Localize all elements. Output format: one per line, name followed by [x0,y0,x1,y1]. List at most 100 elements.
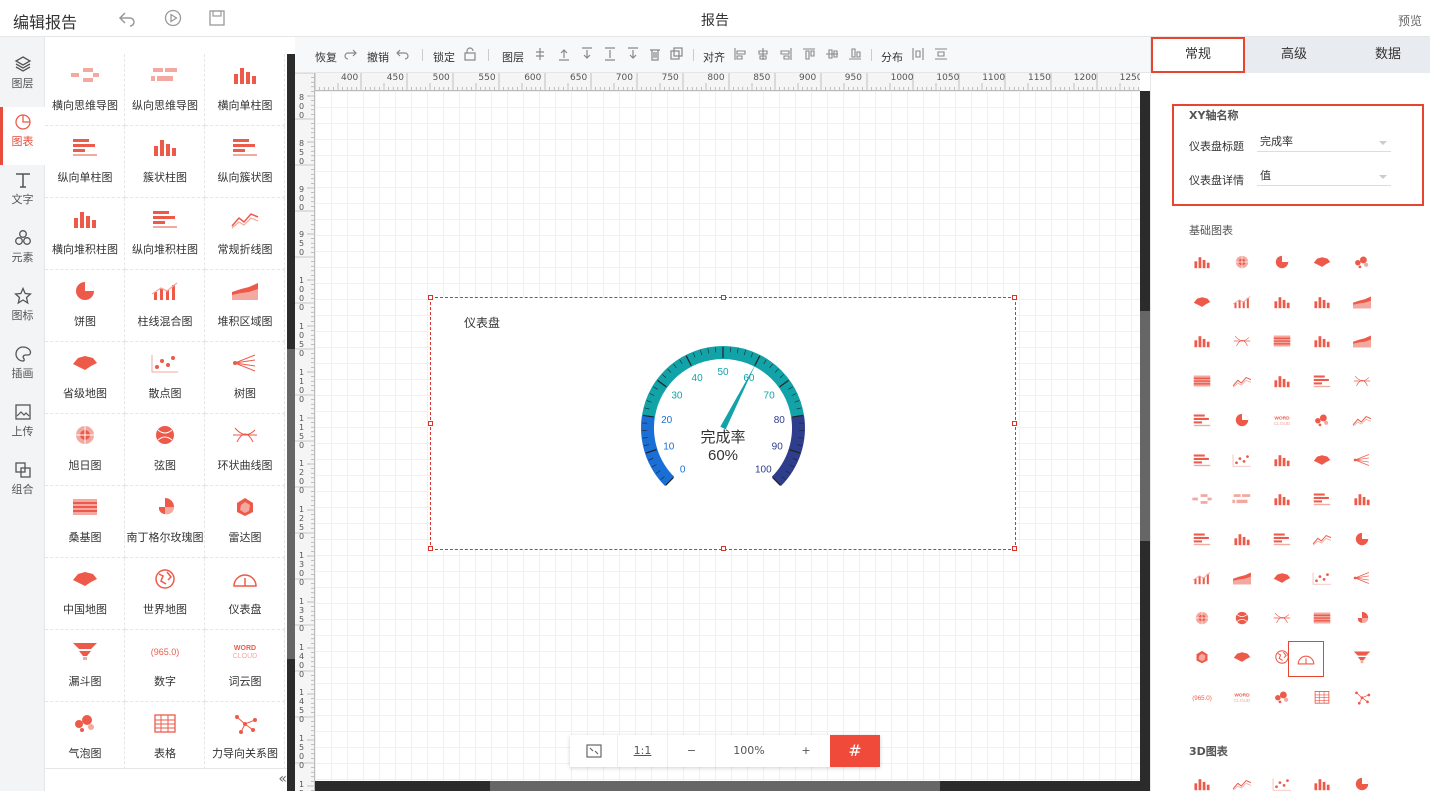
component-pie[interactable]: 饼图 [45,270,125,342]
canvas-horizontal-scrollbar[interactable] [315,781,1140,791]
rail-item-group[interactable]: 组合 [0,455,45,513]
mini-hbar-chart-icon[interactable] [1271,530,1293,548]
mini-table-chart-icon[interactable] [1311,688,1333,706]
mini-mindmap-h-chart-icon[interactable] [1191,490,1213,508]
mini-hbar-chart-icon[interactable] [1311,372,1333,390]
mini-gauge-chart-icon[interactable] [1288,641,1324,677]
mini-bar-chart-icon[interactable] [1191,253,1213,271]
mini-sankey-chart-icon[interactable] [1191,372,1213,390]
component-funnel[interactable]: 漏斗图 [45,630,125,702]
mini-3d-line-chart-icon[interactable] [1231,775,1253,793]
mini-hbar-chart-icon[interactable] [1311,490,1333,508]
mini-hbar-chart-icon[interactable] [1191,530,1213,548]
redo-icon[interactable] [343,47,357,61]
mini-bar-chart-icon[interactable] [1311,293,1333,311]
mini-bar-chart-icon[interactable] [1271,293,1293,311]
component-line[interactable]: 常规折线图 [205,198,285,270]
mini-barline-chart-icon[interactable] [1231,293,1253,311]
align-bottom-icon[interactable] [848,47,862,61]
resize-handle-ne[interactable] [1012,295,1017,300]
resize-handle-sw[interactable] [428,546,433,551]
double-chevron-left-icon[interactable]: « [278,771,287,787]
mini-radar-chart-icon[interactable] [1191,648,1213,666]
rail-item-layers[interactable]: 图层 [0,49,45,107]
delete-icon[interactable] [648,47,662,61]
mini-bar-chart-icon[interactable] [1311,332,1333,350]
mini-rose-chart-icon[interactable] [1351,609,1373,627]
mini-sankey-chart-icon[interactable] [1271,332,1293,350]
component-ring[interactable]: 环状曲线图 [205,414,285,486]
mini-map-chart-icon[interactable] [1311,253,1333,271]
layer-up-icon[interactable] [533,47,547,61]
canvas-horizontal-scrollbar-thumb[interactable] [490,781,940,791]
component-hbar[interactable]: 纵向堆积柱图 [125,198,205,270]
mini-bar-chart-icon[interactable] [1231,530,1253,548]
layer-move-down-icon[interactable] [626,47,640,61]
component-scatter[interactable]: 散点图 [125,342,205,414]
redo-button[interactable]: 恢复 [315,49,337,65]
mini-line-chart-icon[interactable] [1311,530,1333,548]
mini-ring-chart-icon[interactable] [1231,332,1253,350]
one-to-one-button[interactable]: 1:1 [618,735,668,767]
component-graph[interactable]: 力导向关系图 [205,702,285,768]
resize-handle-se[interactable] [1012,546,1017,551]
component-bar[interactable]: 簇状柱图 [125,126,205,198]
mini-tree-chart-icon[interactable] [1351,569,1373,587]
component-map[interactable]: 省级地图 [45,342,125,414]
component-area[interactable]: 堆积区域图 [205,270,285,342]
mini-bar-chart-icon[interactable] [1191,332,1213,350]
align-top-icon[interactable] [802,47,816,61]
mini-ring-chart-icon[interactable] [1351,372,1373,390]
mini-3d-pie-chart-icon[interactable] [1351,775,1373,793]
component-bubble[interactable]: 气泡图 [45,702,125,768]
mini-map-chart-icon[interactable] [1191,293,1213,311]
mini-number-chart-icon[interactable]: (965.0) [1191,688,1213,706]
rail-item-chart-pie[interactable]: 图表 [0,107,45,165]
align-button[interactable]: 对齐 [703,49,725,65]
component-hbar[interactable]: 纵向单柱图 [45,126,125,198]
preview-button[interactable]: 预览 [1398,12,1422,29]
mini-sunburst-chart-icon[interactable] [1191,609,1213,627]
mini-3d-bar-chart-icon[interactable] [1311,775,1333,793]
rail-item-star[interactable]: 图标 [0,281,45,339]
component-radar[interactable]: 雷达图 [205,486,285,558]
mini-ring-chart-icon[interactable] [1271,609,1293,627]
fit-screen-button[interactable] [570,735,618,767]
component-chord[interactable]: 弦图 [125,414,205,486]
distribute-button[interactable]: 分布 [881,49,903,65]
mini-wordcloud-chart-icon[interactable]: WORDCLOUD [1231,688,1253,706]
component-sankey[interactable]: 桑基图 [45,486,125,558]
grid-toggle-button[interactable]: # [830,735,880,767]
rail-item-palette[interactable]: 插画 [0,339,45,397]
mini-area-chart-icon[interactable] [1231,569,1253,587]
component-table[interactable]: 表格 [125,702,205,768]
mini-pie-chart-icon[interactable] [1271,253,1293,271]
mini-sunburst-chart-icon[interactable] [1231,253,1253,271]
component-globe[interactable]: 世界地图 [125,558,205,630]
zoom-out-button[interactable]: − [668,735,716,767]
mini-pie-chart-icon[interactable] [1351,530,1373,548]
mini-line-chart-icon[interactable] [1351,411,1373,429]
component-sunburst[interactable]: 旭日图 [45,414,125,486]
resize-handle-e[interactable] [1012,421,1017,426]
resize-handle-w[interactable] [428,421,433,426]
tab-data[interactable]: 数据 [1341,37,1430,73]
distribute-h-icon[interactable] [911,47,925,61]
mini-bubble-chart-icon[interactable] [1271,688,1293,706]
mini-bar-chart-icon[interactable] [1271,451,1293,469]
component-hbar[interactable]: 纵向簇状图 [205,126,285,198]
play-icon[interactable] [164,9,182,27]
rail-item-text[interactable]: 文字 [0,165,45,223]
component-bar[interactable]: 横向单柱图 [205,54,285,126]
component-mindmap-h[interactable]: 横向思维导图 [45,54,125,126]
mini-barline-chart-icon[interactable] [1191,569,1213,587]
copy-icon[interactable] [670,47,684,61]
resize-handle-s[interactable] [721,546,726,551]
component-barline[interactable]: 柱线混合图 [125,270,205,342]
resize-handle-n[interactable] [721,295,726,300]
mini-hbar-chart-icon[interactable] [1191,451,1213,469]
align-right-icon[interactable] [779,47,793,61]
mini-funnel-chart-icon[interactable] [1351,648,1373,666]
mini-scatter-chart-icon[interactable] [1311,569,1333,587]
mini-tree-chart-icon[interactable] [1351,451,1373,469]
